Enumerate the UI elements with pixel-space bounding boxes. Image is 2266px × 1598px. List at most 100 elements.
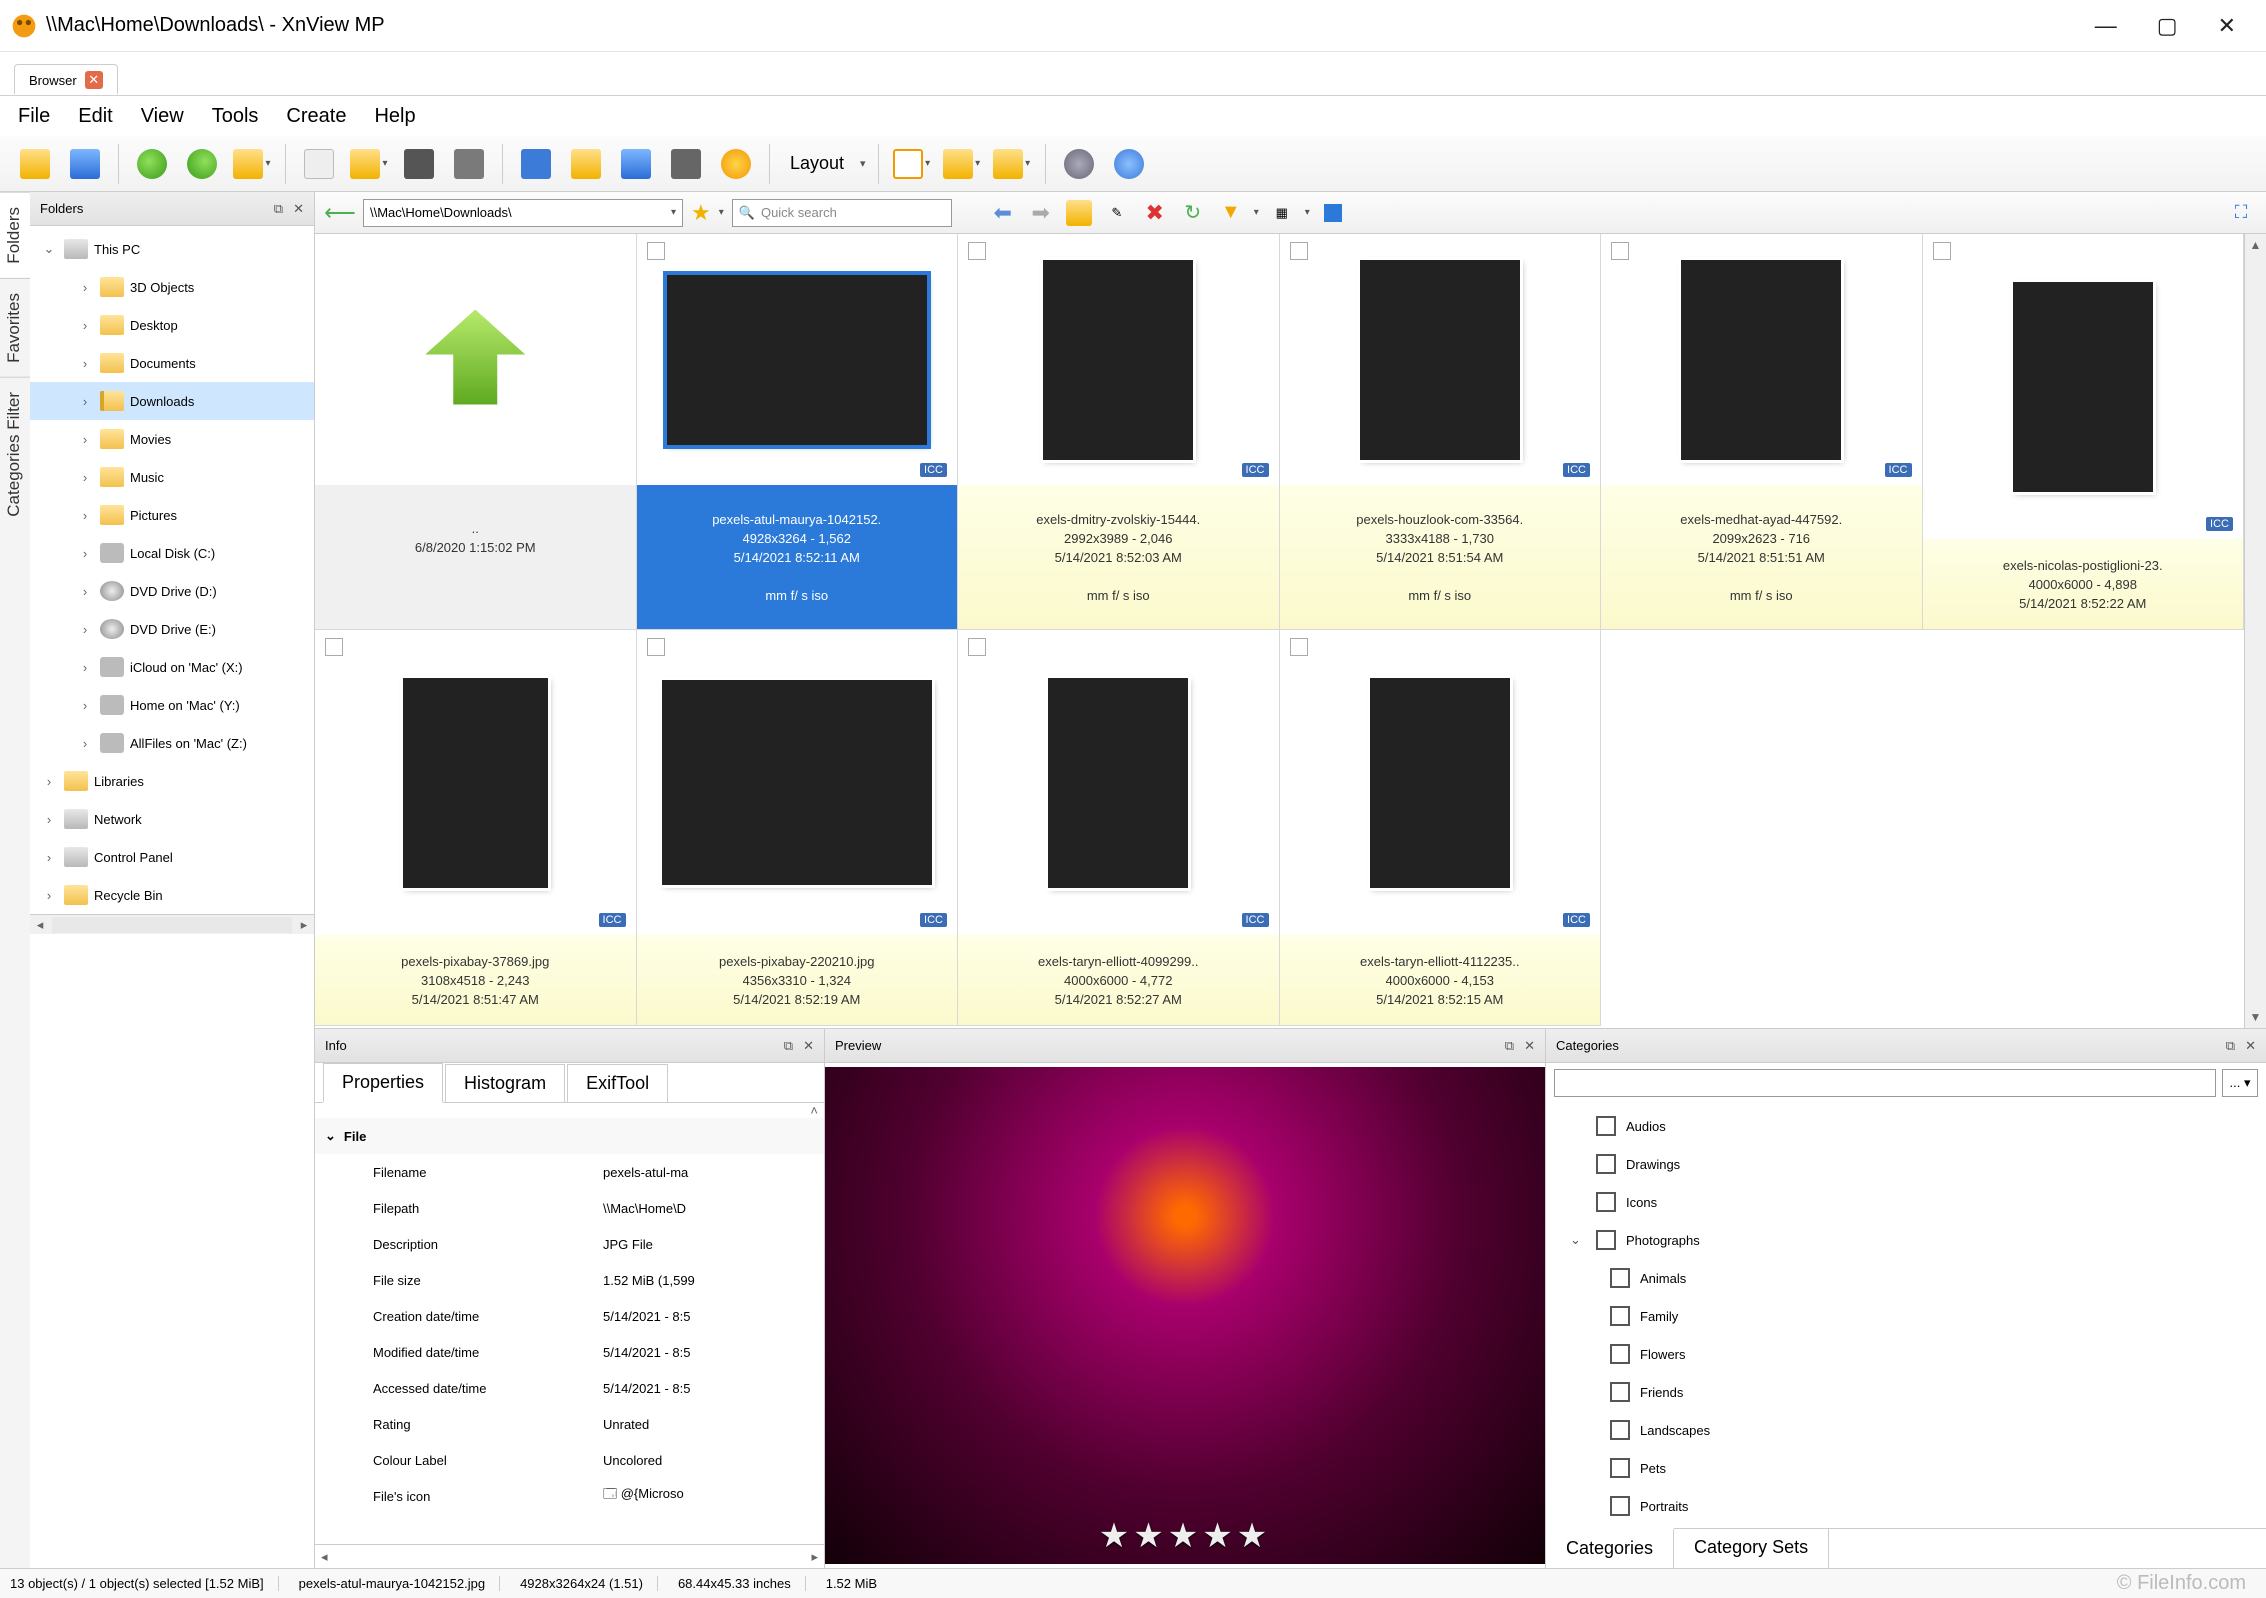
thumb-checkbox[interactable] [1290,638,1308,656]
thumb-checkbox[interactable] [1290,242,1308,260]
color-label-button[interactable] [1318,198,1348,228]
thumb-checkbox[interactable] [1611,242,1629,260]
category-twist-icon[interactable] [1570,1119,1586,1134]
tree-twist-icon[interactable]: › [76,736,94,751]
category-item[interactable]: Icons [1546,1183,2266,1221]
category-twist-icon[interactable]: ⌄ [1570,1232,1586,1248]
tree-twist-icon[interactable]: › [76,356,94,371]
rotate-right-button[interactable] [181,143,223,185]
view-mode-button[interactable]: ▦ [1267,198,1297,228]
categories-search-input[interactable] [1554,1069,2216,1097]
quick-search-input[interactable]: 🔍 Quick search [732,199,952,227]
sidebar-tab-categories-filter[interactable]: Categories Filter [0,377,30,531]
tab-categories[interactable]: Categories [1546,1528,1674,1568]
maximize-button[interactable]: ▢ [2157,13,2178,39]
thumbnail-item[interactable]: ICC exels-medhat-ayad-447592. 2099x2623 … [1601,234,1923,630]
category-checkbox[interactable] [1596,1116,1616,1136]
category-twist-icon[interactable] [1570,1157,1586,1172]
tree-item[interactable]: ›Control Panel [30,838,314,876]
category-item[interactable]: Animals [1546,1259,2266,1297]
menu-tools[interactable]: Tools [212,105,259,128]
edit-button[interactable]: ✎ [1102,198,1132,228]
rating-stars[interactable]: ★★★★★ [1099,1516,1271,1556]
expand-all-button[interactable]: ⛶ [2226,198,2256,228]
tree-item[interactable]: ›Network [30,800,314,838]
tree-item[interactable]: ›Documents [30,344,314,382]
tree-item[interactable]: ›Music [30,458,314,496]
menu-file[interactable]: File [18,105,50,128]
export-button[interactable] [565,143,607,185]
rotate-left-button[interactable] [131,143,173,185]
tree-item[interactable]: ›Desktop [30,306,314,344]
panel-close-icon[interactable]: ✕ [293,201,304,217]
tree-twist-icon[interactable]: › [76,698,94,713]
tree-item[interactable]: ›DVD Drive (E:) [30,610,314,648]
thumbnail-item[interactable]: ICC pexels-pixabay-37869.jpg 3108x4518 -… [315,630,637,1026]
scroll-down-button[interactable]: ▼ [2245,1006,2266,1028]
copy-button[interactable] [298,143,340,185]
tab-close-icon[interactable]: ✕ [85,71,103,89]
tree-twist-icon[interactable]: › [40,888,58,903]
refresh-folder-button[interactable]: ↻ [1178,198,1208,228]
category-item[interactable]: Audios [1546,1107,2266,1145]
tree-twist-icon[interactable]: › [76,584,94,599]
info-section-file[interactable]: ⌄ File [315,1118,824,1154]
thumbnail-item[interactable]: ICC exels-nicolas-postiglioni-23. 4000x6… [1923,234,2245,630]
tree-item[interactable]: ›AllFiles on 'Mac' (Z:) [30,724,314,762]
tree-twist-icon[interactable]: › [76,280,94,295]
history-forward-button[interactable]: ➡ [1026,198,1056,228]
tab-browser[interactable]: Browser ✕ [14,64,118,95]
capture-button[interactable] [665,143,707,185]
category-checkbox[interactable] [1610,1268,1630,1288]
tree-item[interactable]: ›Libraries [30,762,314,800]
delete-button[interactable]: ✖ [1140,198,1170,228]
panel-close-icon[interactable]: ✕ [1524,1038,1535,1054]
favorite-star-icon[interactable]: ★ [691,200,711,226]
tree-twist-icon[interactable]: › [40,850,58,865]
category-checkbox[interactable] [1596,1154,1616,1174]
sidebar-tab-favorites[interactable]: Favorites [0,278,30,377]
thumb-checkbox[interactable] [968,638,986,656]
info-body[interactable]: ˄ ⌄ File Filenamepexels-atul-maFilepath\… [315,1103,824,1544]
category-item[interactable]: Friends [1546,1373,2266,1411]
tree-item[interactable]: ›DVD Drive (D:) [30,572,314,610]
tree-item[interactable]: ›Pictures [30,496,314,534]
menu-help[interactable]: Help [374,105,415,128]
thumbnail-item[interactable]: ICC exels-taryn-elliott-4099299.. 4000x6… [958,630,1280,1026]
category-checkbox[interactable] [1610,1496,1630,1516]
settings-button[interactable] [1058,143,1100,185]
thumb-checkbox[interactable] [325,638,343,656]
slideshow-button[interactable] [715,143,757,185]
tree-twist-icon[interactable]: › [76,660,94,675]
thumbnail-grid[interactable]: ..6/8/2020 1:15:02 PM ICC pexels-atul-ma… [315,234,2244,1028]
info-scroll-up[interactable]: ˄ [315,1103,824,1118]
tree-twist-icon[interactable]: › [76,546,94,561]
tree-twist-icon[interactable]: › [76,394,94,409]
scroll-up-button[interactable]: ▲ [2245,234,2266,256]
tree-item[interactable]: ›Recycle Bin [30,876,314,914]
panel-float-icon[interactable]: ⧉ [2226,1038,2235,1054]
up-folder-button[interactable] [231,143,273,185]
panel-close-icon[interactable]: ✕ [803,1038,814,1054]
open-folder-button[interactable] [1064,198,1094,228]
scroll-track[interactable] [2245,256,2266,1006]
sidebar-tab-folders[interactable]: Folders [0,192,30,278]
category-checkbox[interactable] [1610,1306,1630,1326]
tree-item[interactable]: ›Local Disk (C:) [30,534,314,572]
tree-item[interactable]: ⌄This PC [30,230,314,268]
tree-twist-icon[interactable]: › [76,622,94,637]
menu-create[interactable]: Create [286,105,346,128]
category-item[interactable]: ⌄Photographs [1546,1221,2266,1259]
thumbnail-item[interactable]: ICC pexels-pixabay-220210.jpg 4356x3310 … [637,630,959,1026]
tree-twist-icon[interactable]: ⌄ [40,241,58,257]
tab-category-sets[interactable]: Category Sets [1674,1529,1829,1568]
panel-close-icon[interactable]: ✕ [2245,1038,2256,1054]
minimize-button[interactable]: — [2095,13,2117,39]
batch-convert-button[interactable] [615,143,657,185]
category-checkbox[interactable] [1596,1192,1616,1212]
path-field[interactable]: \\Mac\Home\Downloads\ ▾ [363,199,683,227]
fullscreen-button[interactable] [64,143,106,185]
info-tab-properties[interactable]: Properties [323,1063,443,1103]
menu-edit[interactable]: Edit [78,105,112,128]
history-back-button[interactable]: ⬅ [988,198,1018,228]
